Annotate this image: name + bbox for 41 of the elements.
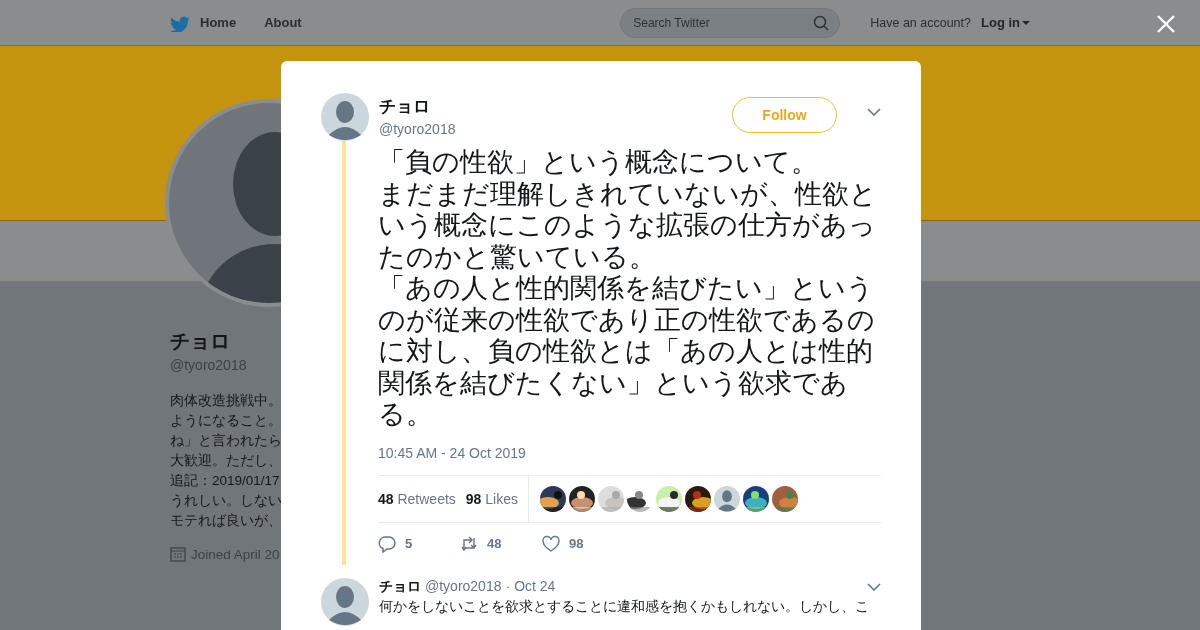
tweet-paragraph: まだまだ理解しきれていないが、性欲という概念にこのような拡張の仕方があったのかと驚いている。 (378, 178, 878, 273)
stat-link[interactable]: 48 Retweets (378, 490, 456, 507)
author-handle: @tyoro2018 (425, 577, 502, 594)
default-avatar-icon (321, 577, 369, 626)
bio-line: ようになること。 (170, 412, 281, 430)
close-icon[interactable] (1156, 14, 1176, 34)
nav-link[interactable]: About (264, 15, 302, 30)
author-name: チョロ (379, 577, 421, 596)
bio-line: うれしい。しない (170, 492, 281, 510)
author-name: チョロ (379, 96, 431, 118)
bio-line: 追記：2019/01/17 (170, 472, 281, 490)
author-handle: @tyoro2018 (379, 121, 456, 137)
bio-line: モテれば良いが、 (170, 512, 281, 530)
bio-line: 肉体改造挑戦中。 (170, 392, 281, 410)
calendar-icon (170, 546, 186, 562)
retweet-icon (460, 534, 478, 553)
heart-icon (542, 534, 560, 553)
separator-dot: · (505, 577, 511, 594)
bio-line: 大歓迎。ただし、 (170, 452, 281, 470)
tweet-date[interactable]: Oct 24 (514, 577, 556, 594)
account-prompt: Have an account? (870, 15, 971, 30)
tweet-timestamp: 10:45 AM - 24 Oct 2019 (378, 444, 527, 461)
profile-name: チョロ (170, 329, 231, 354)
tweet-paragraph: 「負の性欲」という概念について。 (378, 147, 819, 179)
action-button[interactable]: 98 (542, 534, 624, 553)
speech-bubble-icon (378, 534, 396, 553)
login-link[interactable]: Log in (981, 15, 1030, 30)
caret-icon (1022, 20, 1030, 25)
search-field[interactable]: Search Twitter (620, 7, 841, 38)
search-icon (813, 14, 830, 31)
reply-text: 何かをしないことを欲求とすることに違和感を抱くかもしれない。しかし、こ (379, 597, 869, 616)
tweet-paragraph: 「あの人と性的関係を結びたい」というのが従来の性欲であり正の性欲であるのに対し、負の性欲とは「あの人とは性的関係を結びたくない」という欲求である。 (378, 273, 876, 431)
default-avatar-icon (321, 93, 369, 141)
action-button[interactable]: 5 (378, 534, 460, 553)
chevron-down-icon[interactable] (867, 582, 881, 591)
bio-line: ね」と言われたら (170, 432, 281, 450)
action-button[interactable]: 48 (460, 534, 542, 553)
nav-link[interactable]: Home (200, 15, 237, 30)
stat-link[interactable]: 98 Likes (465, 490, 518, 507)
chevron-down-icon[interactable] (867, 108, 881, 116)
default-avatar-icon (714, 485, 740, 512)
